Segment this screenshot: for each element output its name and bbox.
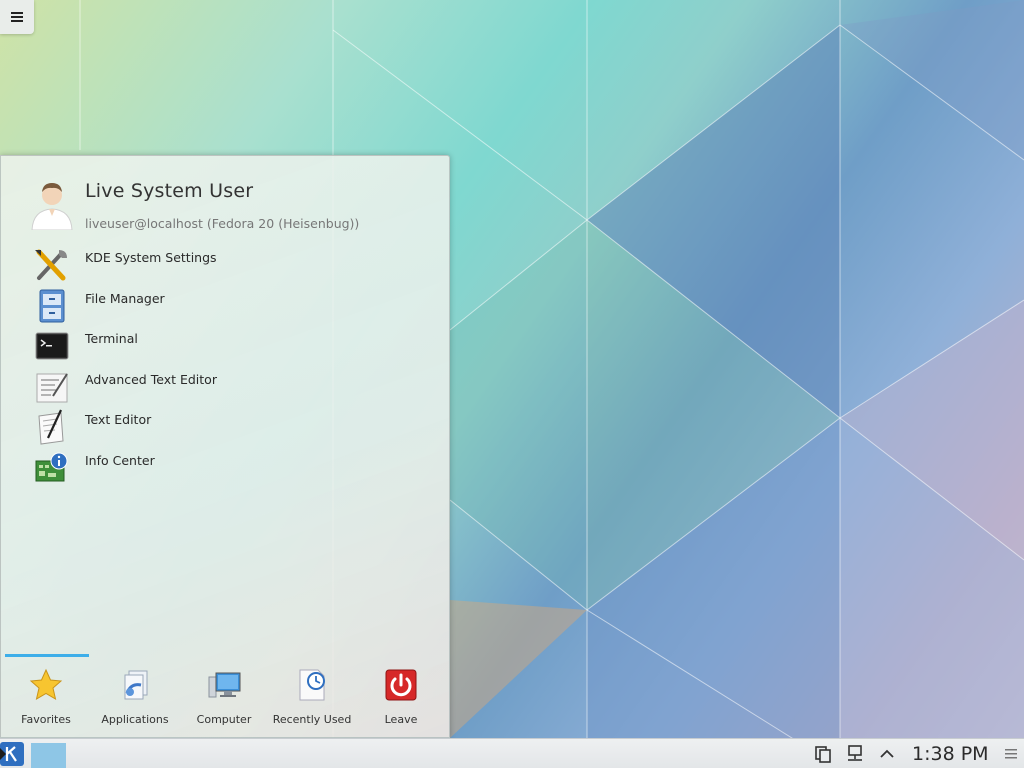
show-hidden-icon[interactable] (878, 745, 896, 763)
favorite-label: KDE System Settings (85, 250, 217, 265)
computer-icon (208, 672, 241, 698)
tab-recently-used[interactable]: Recently Used (267, 661, 357, 731)
clock[interactable]: 1:38 PM (912, 743, 989, 765)
kde-launcher-button[interactable] (0, 742, 24, 766)
user-name: Live System User (85, 180, 254, 202)
network-icon[interactable] (846, 745, 864, 763)
user-host-info: liveuser@localhost (Fedora 20 (Heisenbug… (85, 216, 360, 231)
applications-icon (124, 670, 148, 700)
favorite-advanced-text-editor[interactable]: Advanced Text Editor (31, 368, 431, 406)
tab-favorites[interactable]: Favorites (1, 661, 91, 731)
user-avatar-icon[interactable] (29, 180, 75, 230)
tab-label: Leave (384, 713, 418, 726)
favorite-terminal[interactable]: Terminal (31, 327, 431, 365)
info-center-icon (35, 452, 68, 482)
power-icon (385, 669, 417, 701)
hamburger-menu-icon (11, 12, 23, 22)
clipboard-icon[interactable] (814, 745, 832, 763)
taskbar-panel: 1:38 PM (0, 738, 1024, 768)
panel-menu-icon[interactable] (1004, 747, 1018, 761)
favorite-info-center[interactable]: Info Center (31, 449, 431, 487)
system-settings-icon (35, 249, 67, 281)
tab-computer[interactable]: Computer (179, 661, 269, 731)
launcher-tab-bar: Favorites Applications Computer Recently… (1, 661, 451, 731)
tab-applications[interactable]: Applications (90, 661, 180, 731)
favorite-kde-system-settings[interactable]: KDE System Settings (31, 246, 431, 284)
tab-label: Applications (101, 713, 169, 726)
desktop-pager[interactable] (31, 743, 66, 768)
favorite-text-editor[interactable]: Text Editor (31, 408, 431, 446)
tab-leave[interactable]: Leave (356, 661, 446, 731)
text-editor-icon (38, 409, 64, 445)
file-manager-icon (39, 289, 65, 323)
tab-label: Computer (196, 713, 252, 726)
desktop-toolbox-button[interactable] (0, 0, 34, 34)
favorite-label: Advanced Text Editor (85, 372, 217, 387)
favorite-label: Terminal (85, 331, 138, 346)
advanced-text-editor-icon (36, 373, 68, 403)
favorite-label: File Manager (85, 291, 165, 306)
clock-icon (299, 669, 325, 701)
favorite-label: Text Editor (85, 412, 152, 427)
favorite-file-manager[interactable]: File Manager (31, 287, 431, 325)
tab-label: Recently Used (272, 713, 352, 726)
active-tab-indicator (5, 654, 89, 657)
favorite-label: Info Center (85, 453, 155, 468)
tab-label: Favorites (21, 713, 71, 726)
application-launcher: Live System User liveuser@localhost (Fed… (0, 155, 450, 738)
terminal-icon (35, 332, 69, 360)
star-icon (29, 668, 63, 701)
